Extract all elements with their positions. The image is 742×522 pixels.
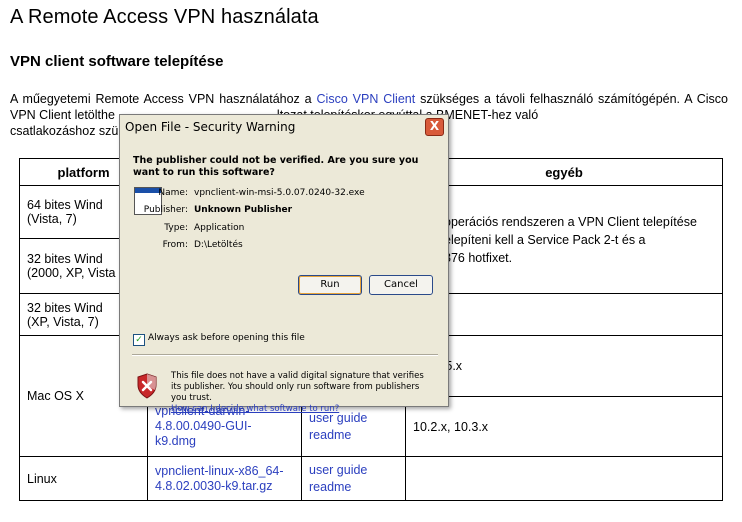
etc-text-2: elepíteni kell a Service Pack 2-t és a — [444, 232, 646, 247]
dialog-question: The publisher could not be verified. Are… — [133, 155, 419, 178]
warning-text-block: This file does not have a valid digital … — [171, 371, 433, 415]
page-title: A Remote Access VPN használata — [10, 6, 319, 28]
dialog-title-bar[interactable]: Open File - Security Warning X — [120, 115, 448, 137]
mac-etc-1: 10.5.x — [405, 335, 723, 397]
cisco-vpn-client-link[interactable]: Cisco VPN Client — [317, 92, 416, 106]
etc-text-1: operációs rendszeren a VPN Client telepí… — [444, 214, 697, 229]
publisher-value: Unknown Publisher — [194, 205, 293, 215]
table-cell: operációs rendszeren a VPN Client telepí… — [405, 185, 723, 294]
name-value: vpnclient-win-msi-5.0.07.0240-32.exe — [194, 188, 365, 198]
always-ask-checkbox[interactable]: ✓ Always ask before opening this file — [133, 333, 305, 346]
row-platform-linux: Linux — [19, 456, 148, 501]
mac-readme-link[interactable]: readme — [309, 428, 351, 442]
table-row: Linux vpnclient-linux-x86_64- 4.8.02.003… — [19, 456, 723, 501]
run-button[interactable]: Run — [298, 275, 362, 295]
warning-text: This file does not have a valid digital … — [171, 371, 424, 403]
table-cell — [405, 456, 723, 501]
type-label: Type: — [164, 223, 188, 233]
type-value: Application — [194, 223, 245, 233]
shield-warning-icon — [137, 373, 157, 399]
dialog-title: Open File - Security Warning — [125, 120, 296, 134]
cancel-button[interactable]: Cancel — [369, 275, 433, 295]
mac-etc-2: 10.2.x, 10.3.x — [405, 396, 723, 457]
security-warning-dialog: Open File - Security Warning X The publi… — [119, 114, 449, 414]
publisher-label: Publisher: — [143, 205, 188, 215]
from-value: D:\Letöltés — [194, 240, 243, 250]
linux-download-link[interactable]: vpnclient-linux-x86_64- 4.8.02.0030-k9.t… — [147, 456, 302, 501]
intro-text-1: A műegyetemi Remote Access VPN használat… — [10, 92, 317, 106]
dialog-body: The publisher could not be verified. Are… — [120, 137, 448, 414]
name-label: Name: — [158, 188, 188, 198]
header-etc: egyéb — [405, 158, 723, 186]
intro-text-4: csatlakozáshoz szü — [10, 124, 119, 138]
table-cell: user guide readme — [301, 456, 406, 501]
close-icon[interactable]: X — [425, 118, 444, 136]
table-cell — [405, 293, 723, 336]
help-link[interactable]: How can I decide what software to run? — [171, 404, 339, 414]
from-label: From: — [162, 240, 188, 250]
etc-text-3: 876 hotfixet. — [444, 250, 513, 265]
linux-readme-link[interactable]: readme — [309, 480, 351, 494]
always-ask-label: Always ask before opening this file — [148, 333, 305, 343]
checkbox-check-icon[interactable]: ✓ — [133, 334, 145, 346]
linux-user-guide-link[interactable]: user guide — [309, 463, 367, 477]
dialog-divider — [132, 354, 438, 356]
section-title: VPN client software telepítése — [10, 53, 224, 70]
